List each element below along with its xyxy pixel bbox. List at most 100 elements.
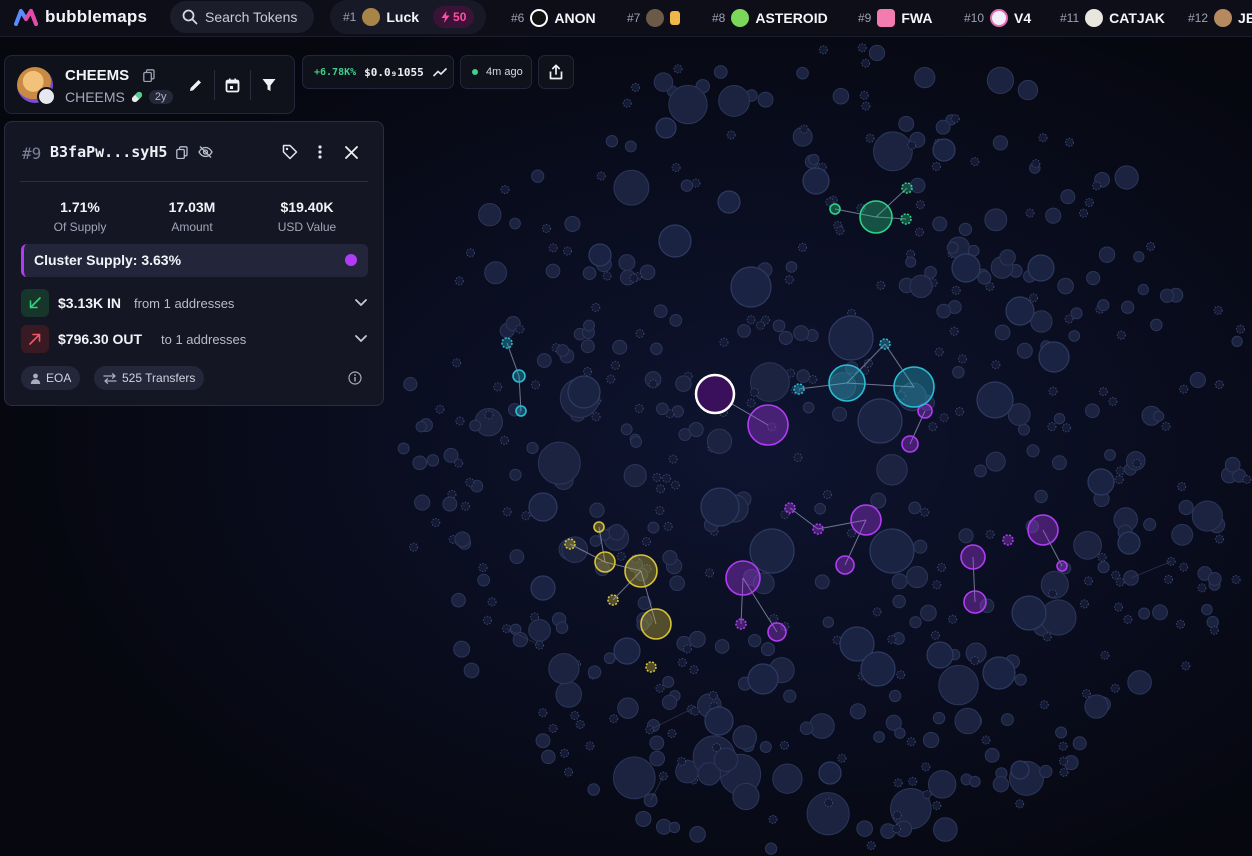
wallet-bubble[interactable] [1100,650,1110,660]
wallet-bubble[interactable] [403,377,418,392]
outflow-row[interactable]: $796.30 OUT to 1 addresses [21,325,368,353]
wallet-bubble[interactable] [732,782,760,811]
wallet-bubble[interactable] [949,326,959,336]
trending-item-v4[interactable]: #10 V4 [964,9,1031,27]
cluster-bubble[interactable] [501,337,513,349]
wallet-bubble[interactable] [1110,683,1120,693]
wallet-bubble[interactable] [620,423,633,436]
cluster-bubble[interactable] [607,594,619,606]
wallet-bubble[interactable] [680,179,694,192]
more-options-button[interactable] [310,142,330,162]
wallet-bubble[interactable] [984,747,1000,763]
wallet-bubble[interactable] [760,642,775,657]
wallet-bubble[interactable] [455,416,465,426]
wallet-bubble[interactable] [828,315,874,361]
cluster-bubble[interactable] [1056,560,1068,572]
wallet-bubble[interactable] [1179,384,1189,394]
wallet-bubble[interactable] [938,664,979,706]
wallet-bubble[interactable] [482,615,492,625]
cluster-supply-row[interactable]: Cluster Supply: 3.63% [21,244,368,277]
wallet-bubble[interactable] [1015,799,1025,809]
wallet-bubble[interactable] [1070,307,1083,320]
cluster-bubble[interactable] [725,560,761,596]
wallet-bubble[interactable] [648,379,658,389]
wallet-bubble[interactable] [463,662,480,679]
wallet-bubble[interactable] [913,539,928,554]
wallet-bubble[interactable] [653,304,668,319]
cluster-bubble[interactable] [835,555,855,575]
wallet-bubble[interactable] [1027,254,1055,282]
wallet-bubble[interactable] [538,708,548,718]
wallet-bubble[interactable] [908,776,918,786]
wallet-bubble[interactable] [1197,583,1207,593]
wallet-bubble[interactable] [1181,661,1191,671]
wallet-bubble[interactable] [986,66,1015,94]
wallet-bubble[interactable] [747,663,779,695]
wallet-bubble[interactable] [719,337,729,347]
wallet-bubble[interactable] [1215,534,1225,544]
wallet-bubble[interactable] [1042,632,1052,642]
cluster-bubble[interactable] [960,544,986,570]
wallet-bubble[interactable] [985,529,995,539]
wallet-bubble[interactable] [669,314,683,327]
wallet-bubble[interactable] [596,171,606,181]
wallet-bubble[interactable] [564,767,574,777]
wallet-bubble[interactable] [512,631,529,648]
wallet-bubble[interactable] [799,124,809,134]
cluster-bubble[interactable] [901,182,913,194]
wallet-bubble[interactable] [814,502,827,515]
wallet-bubble[interactable] [1040,599,1077,636]
wallet-bubble[interactable] [1191,500,1223,532]
wallet-bubble[interactable] [1073,530,1102,560]
wallet-type-chip[interactable]: EOA [21,366,81,390]
wallet-bubble[interactable] [860,651,896,687]
wallet-bubble[interactable] [478,563,488,573]
wallet-bubble[interactable] [887,634,897,644]
trending-item-anon[interactable]: #6 ANON [511,9,596,27]
wallet-bubble[interactable] [969,775,981,788]
wallet-bubble[interactable] [1011,595,1047,631]
wallet-bubble[interactable] [907,140,917,150]
wallet-bubble[interactable] [914,66,936,89]
wallet-bubble[interactable] [691,178,701,188]
wallet-bubble[interactable] [1108,396,1118,406]
wallet-bubble[interactable] [1176,619,1186,629]
inflow-row[interactable]: $3.13K IN from 1 addresses [21,289,368,317]
wallet-bubble[interactable] [1116,330,1126,340]
wallet-bubble[interactable] [1097,561,1110,574]
wallet-bubble[interactable] [909,274,933,298]
wallet-bubble[interactable] [466,248,476,258]
wallet-bubble[interactable] [631,82,641,92]
wallet-bubble[interactable] [559,748,569,758]
wallet-bubble[interactable] [785,261,798,273]
cluster-bubble[interactable] [963,590,987,614]
wallet-bubble[interactable] [905,566,929,589]
wallet-bubble[interactable] [991,360,1001,370]
wallet-bubble[interactable] [509,549,525,565]
wallet-bubble[interactable] [528,618,551,642]
wallet-bubble[interactable] [587,665,602,679]
wallet-bubble[interactable] [469,419,482,432]
wallet-bubble[interactable] [671,163,681,173]
wallet-bubble[interactable] [1017,423,1030,436]
wallet-bubble[interactable] [1115,577,1125,587]
wallet-bubble[interactable] [1114,602,1124,612]
wallet-bubble[interactable] [1038,341,1070,373]
wallet-bubble[interactable] [737,324,751,338]
wallet-bubble[interactable] [414,494,431,511]
wallet-bubble[interactable] [502,507,512,517]
wallet-bubble[interactable] [1085,403,1100,419]
wallet-bubble[interactable] [1017,79,1039,101]
wallet-bubble[interactable] [478,203,502,227]
wallet-bubble[interactable] [1058,741,1068,751]
cluster-bubble[interactable] [515,405,527,417]
wallet-bubble[interactable] [932,580,942,590]
wallet-bubble[interactable] [1079,599,1089,609]
wallet-bubble[interactable] [613,637,641,665]
wallet-bubble[interactable] [477,573,491,587]
wallet-bubble[interactable] [946,241,959,254]
cluster-bubble[interactable] [1002,534,1014,546]
wallet-bubble[interactable] [814,574,830,590]
wallet-bubble[interactable] [926,641,954,669]
wallet-bubble[interactable] [668,821,681,834]
